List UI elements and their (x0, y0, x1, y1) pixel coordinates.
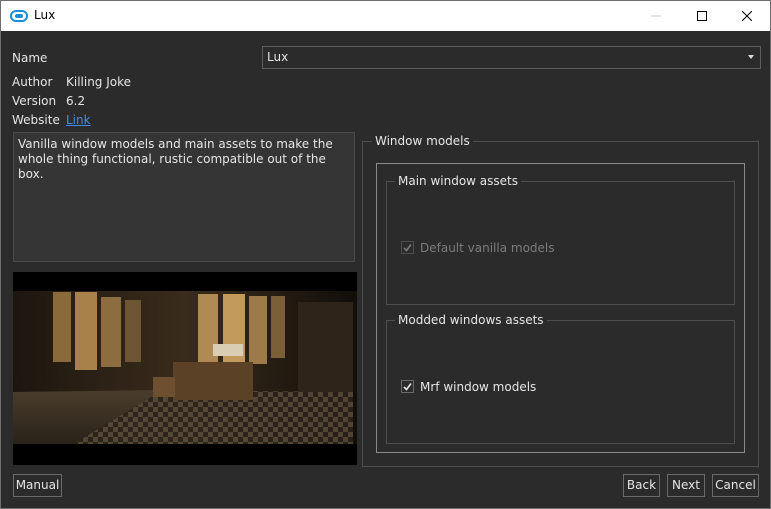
minimize-icon (651, 15, 661, 17)
window-title: Lux (34, 8, 56, 22)
default-vanilla-models-label: Default vanilla models (420, 241, 555, 255)
close-icon (742, 11, 752, 21)
website-link[interactable]: Link (66, 113, 91, 127)
installer-window: Lux Name Lux Author Killing Joke Version… (0, 0, 771, 509)
main-window-assets-group: Main window assets Default vanilla model… (386, 174, 735, 305)
mrf-window-models-label: Mrf window models (420, 380, 537, 394)
mrf-window-models-checkbox[interactable] (401, 380, 414, 393)
name-dropdown-value: Lux (267, 50, 289, 64)
description-box: Vanilla window models and main assets to… (13, 132, 355, 262)
version-value: 6.2 (66, 94, 86, 108)
checkmark-icon (403, 383, 412, 391)
checkmark-icon (403, 244, 412, 252)
author-label: Author (12, 75, 53, 89)
main-window-assets-title: Main window assets (395, 174, 521, 188)
version-label: Version (12, 94, 57, 108)
manual-button[interactable]: Manual (13, 474, 62, 497)
minimize-button[interactable] (633, 1, 679, 31)
author-value: Killing Joke (66, 75, 132, 89)
name-dropdown[interactable]: Lux (262, 46, 761, 69)
chevron-down-icon (748, 55, 754, 59)
name-label: Name (12, 51, 48, 65)
close-button[interactable] (724, 1, 770, 31)
cancel-button[interactable]: Cancel (712, 474, 759, 497)
modded-windows-assets-group: Modded windows assets Mrf window models (386, 313, 735, 444)
website-label: Website (12, 113, 60, 127)
back-button[interactable]: Back (623, 474, 660, 497)
next-button[interactable]: Next (667, 474, 705, 497)
title-bar[interactable]: Lux (1, 1, 770, 31)
preview-image (13, 272, 357, 465)
modded-windows-assets-title: Modded windows assets (395, 313, 547, 327)
window-models-title: Window models (372, 134, 473, 148)
default-vanilla-models-checkbox[interactable] (401, 241, 414, 254)
maximize-button[interactable] (679, 1, 725, 31)
preview-scene-image (13, 291, 357, 465)
maximize-icon (697, 11, 707, 21)
link-chain-icon (10, 10, 28, 22)
